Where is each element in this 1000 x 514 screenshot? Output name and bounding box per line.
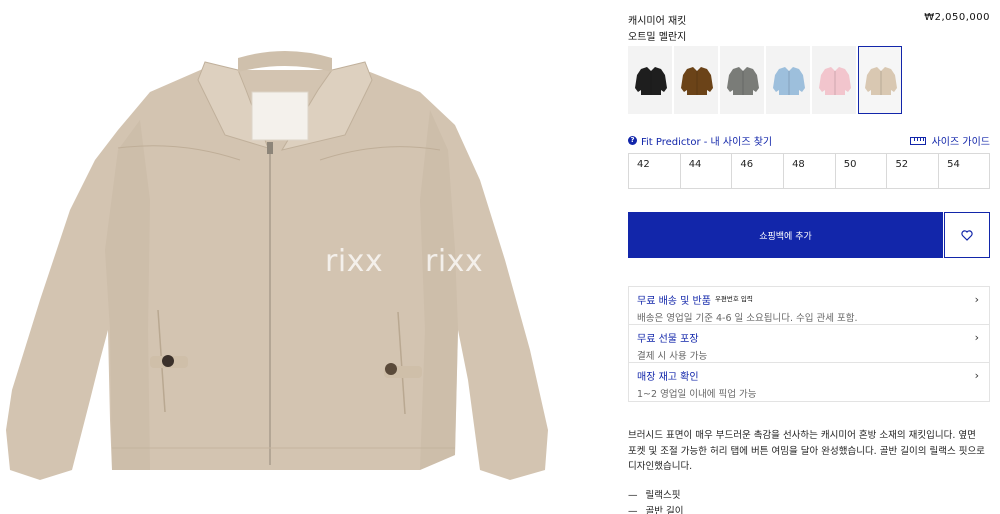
wishlist-button[interactable]: [944, 212, 990, 258]
color-name: 오트밀 멜란지: [628, 32, 687, 43]
dash-icon: —: [628, 490, 638, 501]
gift-wrap-item[interactable]: 무료 선물 포장 결제 시 사용 가능 ›: [629, 325, 989, 363]
fit-row: ? Fit Predictor - 내 사이즈 찾기 사이즈 가이드: [628, 133, 990, 149]
product-image[interactable]: rixx rixx rixx: [0, 0, 610, 514]
chevron-right-icon: ›: [974, 331, 979, 344]
watermark: rixx: [425, 244, 484, 279]
size-selector: 42 44 46 48 50 52 54: [628, 153, 990, 189]
swatch-oatmeal[interactable]: [858, 46, 902, 114]
jacket-thumbnail-icon: [819, 67, 851, 95]
size-option[interactable]: 42: [629, 154, 681, 188]
swatch-light-blue[interactable]: [766, 46, 810, 114]
watermark: rixx: [325, 244, 384, 279]
info-subtext: 결제 시 사용 가능: [637, 351, 708, 362]
feature-list: — 릴랙스핏 — 골반 길이: [628, 488, 683, 514]
info-title: 무료 배송 및 반품: [637, 296, 711, 307]
jacket-illustration: [6, 51, 548, 480]
chevron-right-icon: ›: [974, 293, 979, 306]
info-subtext: 배송은 영업일 기준 4-6 일 소요됩니다. 수입 관세 포함.: [637, 313, 858, 324]
feature-item: — 골반 길이: [628, 504, 683, 514]
size-guide-label: 사이즈 가이드: [931, 137, 990, 148]
size-option[interactable]: 46: [732, 154, 785, 188]
store-stock-item[interactable]: 매장 재고 확인 1~2 영업일 이내에 픽업 가능 ›: [629, 363, 989, 401]
product-title: 캐시미어 재킷: [628, 16, 687, 27]
size-guide-link[interactable]: 사이즈 가이드: [909, 133, 990, 148]
dash-icon: —: [628, 505, 638, 514]
jacket-thumbnail-icon: [727, 67, 759, 95]
size-option[interactable]: 54: [939, 154, 991, 188]
watermark: rixx: [525, 244, 584, 279]
info-subtext: 1~2 영업일 이내에 픽업 가능: [637, 389, 757, 400]
add-to-bag-button[interactable]: 쇼핑백에 추가: [628, 212, 943, 258]
jacket-thumbnail-icon: [773, 67, 805, 95]
service-info-list: 무료 배송 및 반품 우편번호 입력 배송은 영업일 기준 4-6 일 소요됩니다…: [628, 286, 990, 402]
size-option[interactable]: 48: [784, 154, 836, 188]
fit-predictor-label: Fit Predictor - 내 사이즈 찾기: [641, 137, 773, 148]
size-option[interactable]: 50: [836, 154, 888, 188]
size-option[interactable]: 44: [681, 154, 733, 188]
postcode-tag[interactable]: 우편번호 입력: [715, 295, 753, 303]
free-shipping-item[interactable]: 무료 배송 및 반품 우편번호 입력 배송은 영업일 기준 4-6 일 소요됩니다…: [629, 287, 989, 325]
heart-icon: [961, 229, 973, 241]
question-icon: ?: [628, 136, 637, 145]
product-price: ₩2,050,000: [924, 12, 990, 23]
color-swatches: [628, 46, 902, 114]
jacket-thumbnail-icon: [681, 67, 713, 95]
swatch-pink[interactable]: [812, 46, 856, 114]
info-title: 매장 재고 확인: [637, 372, 699, 383]
description-line: 디자인했습니다.: [628, 461, 693, 472]
chevron-right-icon: ›: [974, 369, 979, 382]
fit-predictor-link[interactable]: ? Fit Predictor - 내 사이즈 찾기: [628, 133, 772, 148]
feature-item: — 릴랙스핏: [628, 488, 683, 504]
ruler-icon: [909, 136, 926, 145]
jacket-thumbnail-icon: [865, 67, 897, 95]
swatch-brown[interactable]: [674, 46, 718, 114]
swatch-grey[interactable]: [720, 46, 764, 114]
swatch-black[interactable]: [628, 46, 672, 114]
size-option[interactable]: 52: [887, 154, 940, 188]
jacket-thumbnail-icon: [635, 67, 667, 95]
info-title: 무료 선물 포장: [637, 334, 699, 345]
description-line: 브러시드 표면이 매우 부드러운 촉감을 선사하는 캐시미어 혼방 소재의 재킷…: [628, 430, 976, 441]
product-panel: 캐시미어 재킷 ₩2,050,000 오트밀 멜란지 ? Fit Predict…: [628, 0, 990, 514]
description-line: 포켓 및 조절 가능한 허리 탭에 버튼 여밈을 달아 완성했습니다. 골반 길…: [628, 445, 985, 457]
product-description: 브러시드 표면이 매우 부드러운 촉감을 선사하는 캐시미어 혼방 소재의 재킷…: [628, 428, 990, 475]
